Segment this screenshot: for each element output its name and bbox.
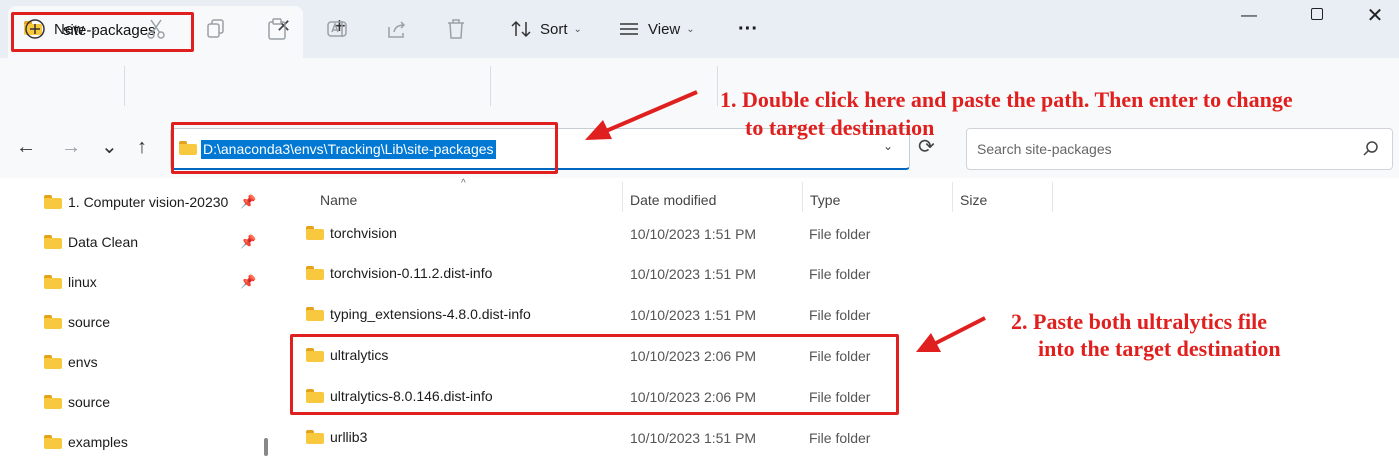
arrow-to-ultralytics: [916, 316, 986, 352]
annotation-step-2-line-2: into the target destination: [1038, 336, 1281, 361]
annotation-arrows: [585, 90, 986, 352]
annotation-step-1-line-1: 1. Double click here and paste the path.…: [720, 87, 1293, 112]
annotation-step-1-line-2: to target destination: [745, 115, 935, 140]
annotation-step-2-line-1: 2. Paste both ultralytics file: [1011, 309, 1268, 334]
arrow-to-address-bar: [585, 90, 698, 140]
